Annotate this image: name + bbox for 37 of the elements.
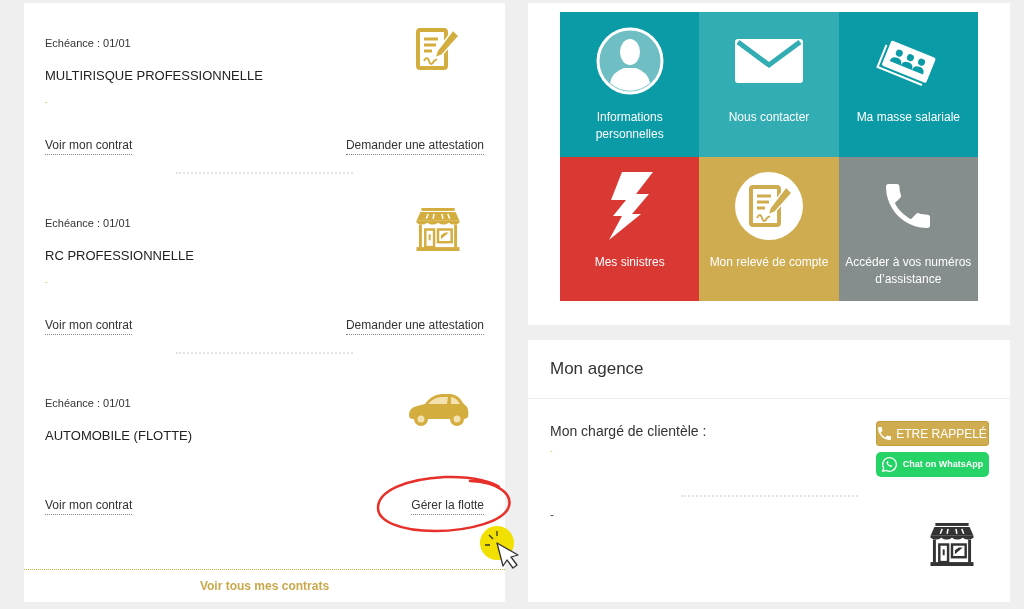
whatsapp-button[interactable]: Chat on WhatsApp — [876, 452, 989, 477]
contract-link[interactable]: Voir mon contrat — [45, 137, 133, 155]
phone-icon — [878, 427, 892, 440]
due-date: Echéance : 01/01 — [45, 216, 131, 231]
shortcut-tile[interactable]: Mon relevé de compte — [699, 156, 839, 301]
contract-title: RC PROFESSIONNELLE — [45, 247, 194, 265]
contract-link[interactable]: Gérer la flotte — [411, 497, 484, 515]
contract-title: AUTOMOBILE (FLOTTE) — [45, 427, 193, 445]
callback-button[interactable]: ETRE RAPPELÉ — [876, 421, 989, 446]
advisor-label: Mon chargé de clientèle : — [550, 422, 707, 441]
contract-title: MULTIRISQUE PROFESSIONNELLE — [45, 67, 263, 85]
advisor-note: - — [550, 446, 553, 456]
contract-link[interactable]: Demander une attestation — [345, 317, 484, 335]
document-pencil-icon — [416, 28, 460, 70]
shortcut-tile[interactable]: Ma masse salariale — [838, 12, 978, 157]
shortcut-tile[interactable]: Informations personnelles — [560, 12, 700, 157]
envelope-icon — [735, 39, 803, 83]
panel-title: Mon agence — [550, 358, 644, 381]
agency-note: - — [550, 507, 554, 523]
all-contracts-link[interactable]: Voir tous mes contrats — [199, 577, 330, 595]
shortcut-tile[interactable]: Nous contacter — [699, 12, 839, 157]
shop-icon — [930, 523, 974, 566]
shop-icon — [416, 207, 460, 251]
car-icon — [407, 391, 469, 427]
contract-link[interactable]: Voir mon contrat — [45, 497, 133, 515]
contract-link[interactable]: Voir mon contrat — [45, 317, 133, 335]
document-pencil-icon — [735, 171, 803, 240]
shortcut-tile[interactable]: Accéder à vos numéros d’assistance — [838, 156, 978, 301]
chat-phone-icon — [881, 457, 897, 472]
contract-note: - — [45, 277, 48, 287]
person-avatar-icon — [595, 27, 664, 95]
phone-icon — [886, 183, 931, 228]
shortcut-tile[interactable]: Mes sinistres — [560, 156, 700, 301]
contract-link[interactable]: Demander une attestation — [345, 137, 484, 155]
due-date: Echéance : 01/01 — [45, 36, 131, 51]
due-date: Echéance : 01/01 — [45, 396, 131, 411]
contract-note: - — [45, 97, 48, 107]
